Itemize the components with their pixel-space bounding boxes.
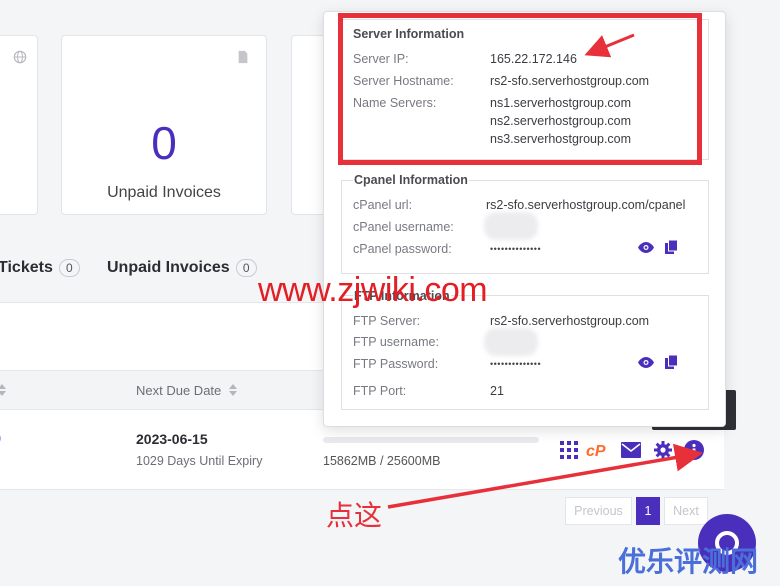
brand-watermark: 优乐评测网 <box>618 545 759 578</box>
click-here-label: 点这 <box>326 499 383 532</box>
website-watermark: www.zjwiki.com <box>258 271 488 309</box>
